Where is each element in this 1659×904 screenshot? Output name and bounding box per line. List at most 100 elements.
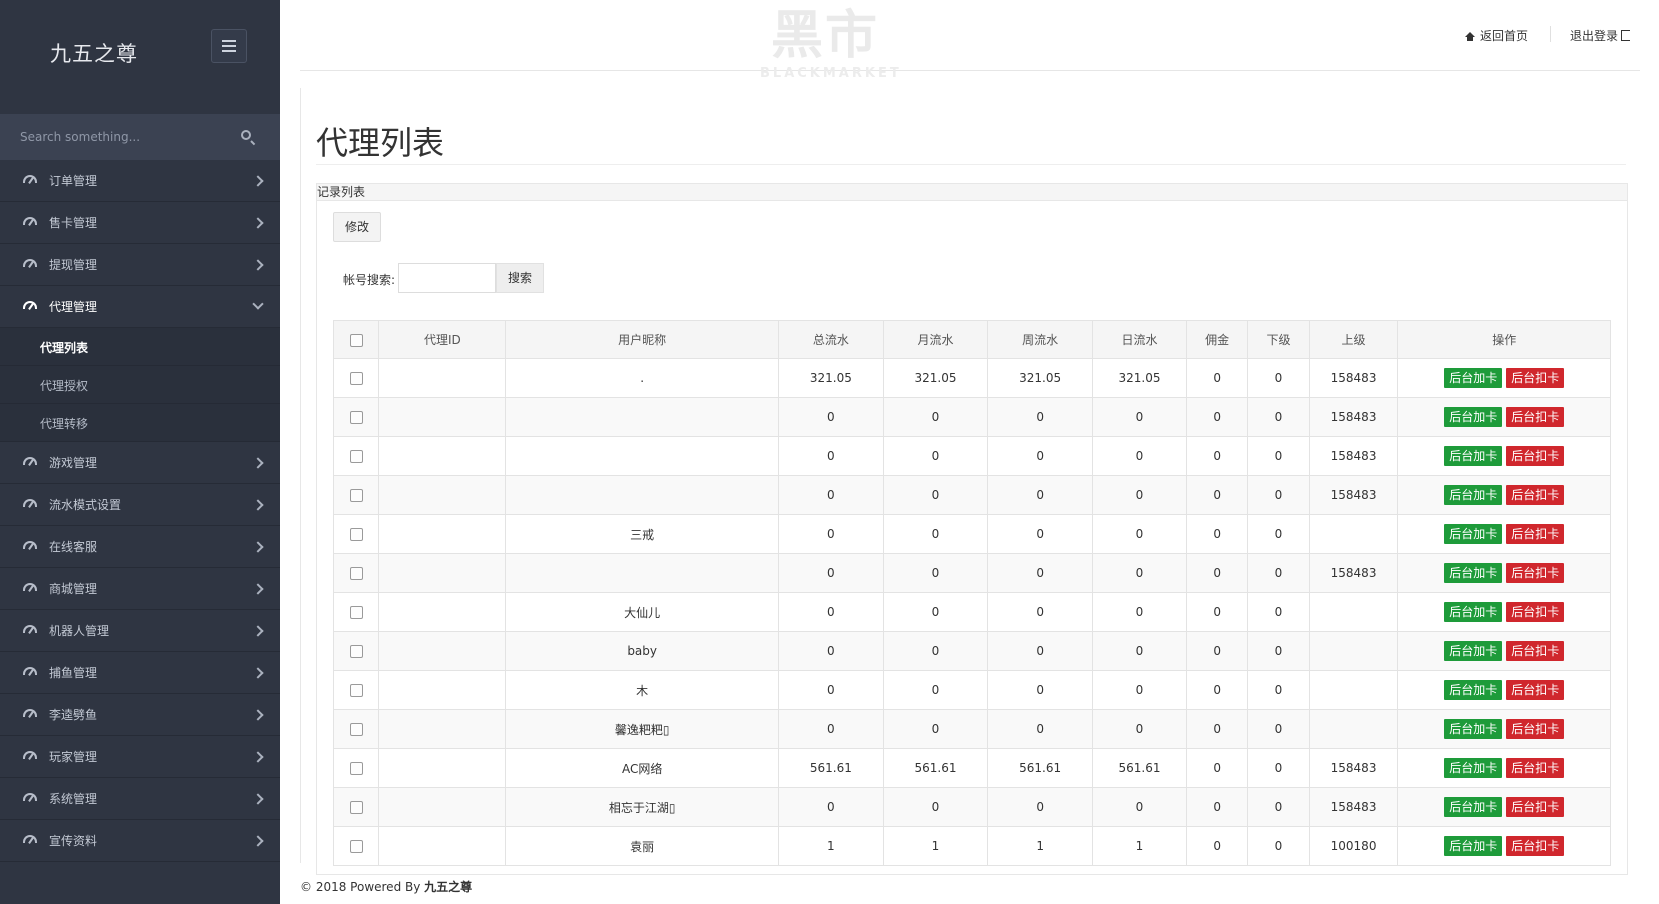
- row-checkbox[interactable]: [349, 489, 363, 502]
- deduct-card-button[interactable]: 后台扣卡: [1506, 836, 1565, 856]
- sidebar-subitem-agent-list[interactable]: 代理列表: [0, 328, 280, 366]
- search-input[interactable]: [20, 114, 230, 160]
- deduct-card-button[interactable]: 后台扣卡: [1506, 485, 1565, 505]
- row-select-cell[interactable]: [332, 748, 380, 788]
- add-card-button[interactable]: 后台加卡: [1444, 836, 1503, 856]
- cell-sub: 0: [1247, 826, 1310, 866]
- row-checkbox[interactable]: [349, 684, 363, 697]
- cell-week: 0: [987, 475, 1093, 515]
- add-card-button[interactable]: 后台加卡: [1444, 563, 1503, 583]
- add-card-button[interactable]: 后台加卡: [1444, 407, 1503, 427]
- account-search-input[interactable]: [398, 263, 496, 293]
- sidebar-item-customer-service[interactable]: 在线客服: [0, 526, 280, 568]
- add-card-button[interactable]: 后台加卡: [1444, 602, 1503, 622]
- sidebar-item-mall[interactable]: 商城管理: [0, 568, 280, 610]
- cell-id: [378, 748, 507, 788]
- sidebar-subitem-agent-transfer[interactable]: 代理转移: [0, 404, 280, 442]
- deduct-card-button[interactable]: 后台扣卡: [1506, 368, 1565, 388]
- cell-day: 0: [1091, 475, 1188, 515]
- add-card-button[interactable]: 后台加卡: [1444, 719, 1503, 739]
- sidebar-item-withdrawal[interactable]: 提现管理: [0, 244, 280, 286]
- row-checkbox[interactable]: [349, 567, 363, 580]
- sidebar-item-fishing[interactable]: 捕鱼管理: [0, 652, 280, 694]
- row-select-cell[interactable]: [332, 631, 380, 671]
- row-select-cell[interactable]: [332, 514, 380, 554]
- row-checkbox[interactable]: [349, 723, 363, 736]
- add-card-button[interactable]: 后台加卡: [1444, 485, 1503, 505]
- add-card-button[interactable]: 后台加卡: [1444, 680, 1503, 700]
- row-select-cell[interactable]: [332, 475, 380, 515]
- deduct-card-button[interactable]: 后台扣卡: [1506, 758, 1565, 778]
- row-select-cell[interactable]: [332, 709, 380, 749]
- sidebar-item-label: 游戏管理: [49, 456, 98, 470]
- deduct-card-button[interactable]: 后台扣卡: [1506, 680, 1565, 700]
- row-select-cell[interactable]: [332, 397, 380, 437]
- edit-button[interactable]: 修改: [333, 212, 381, 242]
- logout-link[interactable]: 退出登录: [1570, 27, 1631, 44]
- row-select-cell[interactable]: [332, 670, 380, 710]
- row-select-cell[interactable]: [332, 826, 380, 866]
- add-card-button[interactable]: 后台加卡: [1444, 368, 1503, 388]
- sidebar-item-games[interactable]: 游戏管理: [0, 442, 280, 484]
- add-card-button[interactable]: 后台加卡: [1444, 446, 1503, 466]
- deduct-card-button[interactable]: 后台扣卡: [1506, 641, 1565, 661]
- row-select-cell[interactable]: [332, 592, 380, 632]
- sidebar-item-promo[interactable]: 宣传资料: [0, 820, 280, 862]
- select-all-checkbox[interactable]: [349, 333, 363, 347]
- row-select-cell[interactable]: [332, 553, 380, 593]
- row-checkbox[interactable]: [349, 372, 363, 385]
- cell-total: 0: [778, 436, 884, 476]
- row-checkbox[interactable]: [349, 411, 363, 424]
- deduct-card-button[interactable]: 后台扣卡: [1506, 446, 1565, 466]
- row-select-cell[interactable]: [332, 358, 380, 398]
- cell-month: 0: [882, 436, 989, 476]
- row-select-cell[interactable]: [332, 787, 380, 827]
- row-checkbox[interactable]: [349, 840, 363, 853]
- sidebar-item-robots[interactable]: 机器人管理: [0, 610, 280, 652]
- sidebar-item-card-sales[interactable]: 售卡管理: [0, 202, 280, 244]
- select-all-cell[interactable]: [332, 320, 380, 359]
- row-checkbox[interactable]: [349, 528, 363, 541]
- top-header: 黑市 BLACKMARKET 返回首页 退出登录: [300, 0, 1640, 81]
- cell-month: 0: [882, 670, 989, 710]
- deduct-card-button[interactable]: 后台扣卡: [1506, 524, 1565, 544]
- search-icon[interactable]: [241, 130, 251, 140]
- home-link[interactable]: 返回首页: [1465, 27, 1528, 44]
- row-checkbox[interactable]: [349, 606, 363, 619]
- chevron-right-icon: [252, 835, 264, 847]
- sidebar-item-flow-mode[interactable]: 流水模式设置: [0, 484, 280, 526]
- dashboard-icon: [23, 175, 37, 183]
- sidebar-item-agents[interactable]: 代理管理: [0, 286, 280, 328]
- cell-sub: 0: [1247, 709, 1310, 749]
- dashboard-icon: [23, 301, 37, 309]
- row-select-cell[interactable]: [332, 436, 380, 476]
- sidebar-item-system[interactable]: 系统管理: [0, 778, 280, 820]
- row-checkbox[interactable]: [349, 645, 363, 658]
- menu-toggle-button[interactable]: [211, 29, 247, 63]
- add-card-button[interactable]: 后台加卡: [1444, 524, 1503, 544]
- add-card-button[interactable]: 后台加卡: [1444, 641, 1503, 661]
- deduct-card-button[interactable]: 后台扣卡: [1506, 719, 1565, 739]
- sidebar-item-orders[interactable]: 订单管理: [0, 160, 280, 202]
- cell-total: 0: [778, 397, 884, 437]
- cell-parent: 158483: [1308, 397, 1399, 437]
- deduct-card-button[interactable]: 后台扣卡: [1506, 602, 1565, 622]
- row-checkbox[interactable]: [349, 762, 363, 775]
- sidebar-subitem-agent-authorize[interactable]: 代理授权: [0, 366, 280, 404]
- search-button[interactable]: 搜索: [496, 263, 544, 293]
- actions-cell: 后台加卡 后台扣卡: [1397, 514, 1611, 554]
- add-card-button[interactable]: 后台加卡: [1444, 797, 1503, 817]
- sidebar-item-players[interactable]: 玩家管理: [0, 736, 280, 778]
- cell-comm: 0: [1186, 826, 1249, 866]
- sidebar-item-likui-fishing[interactable]: 李逵劈鱼: [0, 694, 280, 736]
- deduct-card-button[interactable]: 后台扣卡: [1506, 563, 1565, 583]
- row-checkbox[interactable]: [349, 801, 363, 814]
- cell-sub: 0: [1247, 358, 1310, 398]
- dashboard-icon: [23, 541, 37, 549]
- deduct-card-button[interactable]: 后台扣卡: [1506, 407, 1565, 427]
- cell-total: 0: [778, 787, 884, 827]
- row-checkbox[interactable]: [349, 450, 363, 463]
- deduct-card-button[interactable]: 后台扣卡: [1506, 797, 1565, 817]
- watermark-subtext: BLACKMARKET: [760, 66, 902, 81]
- add-card-button[interactable]: 后台加卡: [1444, 758, 1503, 778]
